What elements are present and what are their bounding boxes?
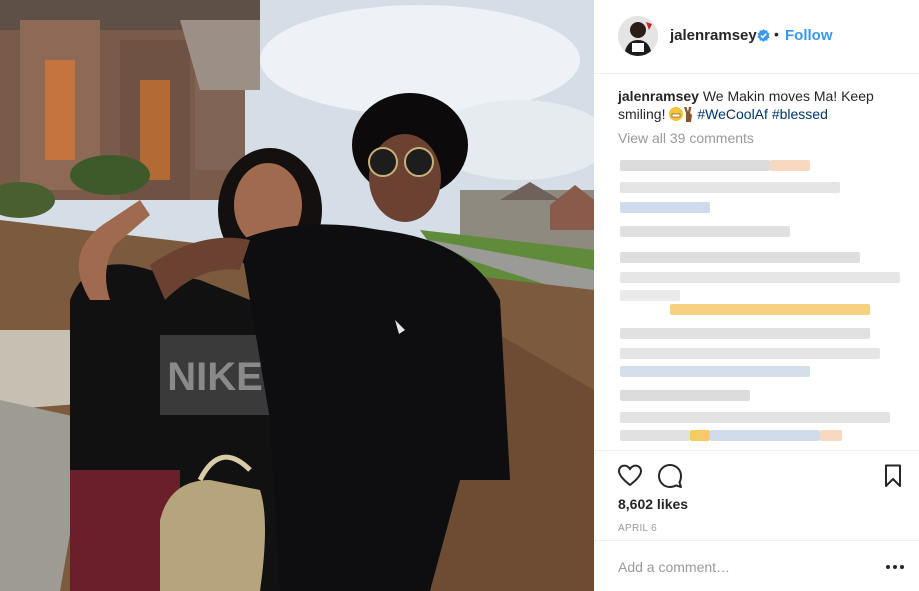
more-options-icon[interactable] (886, 565, 904, 571)
comment-bubble-icon[interactable] (657, 463, 683, 489)
post-side-panel: jalenramsey • Follow jalenramsey We Maki… (594, 0, 919, 591)
heart-icon[interactable] (617, 463, 643, 489)
blurred-comment (620, 272, 900, 283)
blurred-comments-list (618, 158, 908, 448)
blurred-comment (670, 304, 870, 315)
blurred-comment (620, 366, 810, 377)
blurred-comment (620, 290, 680, 301)
grimace-peace-emoji-icon (669, 107, 693, 122)
add-comment-input[interactable] (618, 557, 868, 577)
header-separator: • (774, 26, 779, 42)
blurred-comment (820, 430, 842, 441)
blurred-comment (690, 430, 710, 441)
blurred-comment (620, 226, 790, 237)
follow-button[interactable]: Follow (785, 27, 833, 44)
blurred-comment (710, 430, 820, 441)
blurred-comment (620, 390, 750, 401)
bookmark-icon[interactable] (880, 463, 906, 489)
avatar-image (618, 16, 658, 56)
add-comment-bar (594, 540, 919, 591)
hashtag-blessed[interactable]: #blessed (772, 106, 828, 122)
likes-count[interactable]: 8,602 likes (618, 496, 688, 512)
blurred-comment (620, 252, 860, 263)
svg-text:NIKE: NIKE (167, 355, 263, 399)
blurred-comment (620, 328, 870, 339)
blurred-comment (770, 160, 810, 171)
avatar[interactable] (618, 16, 658, 56)
caption-username[interactable]: jalenramsey (618, 88, 699, 104)
blurred-comment (620, 430, 690, 441)
blurred-comment (620, 202, 710, 213)
post-caption: jalenramsey We Makin moves Ma! Keep smil… (618, 87, 898, 123)
post-username[interactable]: jalenramsey (670, 27, 757, 44)
blurred-comment (620, 348, 880, 359)
view-all-comments-link[interactable]: View all 39 comments (618, 130, 754, 146)
post-header: jalenramsey • Follow (594, 0, 919, 74)
blurred-comment (620, 412, 890, 423)
verified-badge-icon (757, 29, 770, 42)
blurred-comment (620, 160, 770, 171)
blurred-comment (620, 182, 840, 193)
post-photo[interactable]: NIKE (0, 0, 594, 591)
hashtag-wecoolaf[interactable]: #WeCoolAf (697, 106, 768, 122)
post-date[interactable]: April 6 (618, 523, 657, 534)
